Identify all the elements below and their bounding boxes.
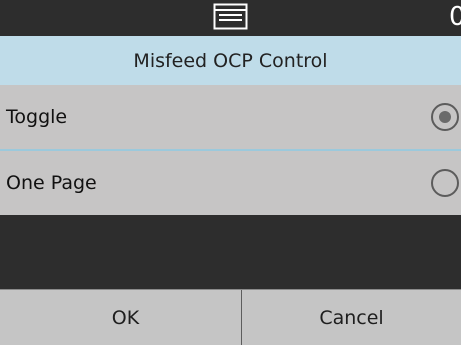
ok-button[interactable]: OK [10,290,241,345]
button-bar: OK Cancel [0,289,461,345]
scanner-tray-icon [213,3,248,30]
option-toggle[interactable]: Toggle [0,85,461,149]
option-one-page[interactable]: One Page [0,151,461,215]
radio-unchecked-icon[interactable] [431,169,459,197]
status-bar: 0 [0,0,461,36]
cancel-button[interactable]: Cancel [242,290,461,345]
empty-area [0,215,461,289]
option-label: One Page [6,172,97,194]
radio-checked-icon[interactable] [431,103,459,131]
dialog-title: Misfeed OCP Control [0,36,461,85]
page-counter: 0 [449,2,461,32]
option-label: Toggle [6,106,68,128]
